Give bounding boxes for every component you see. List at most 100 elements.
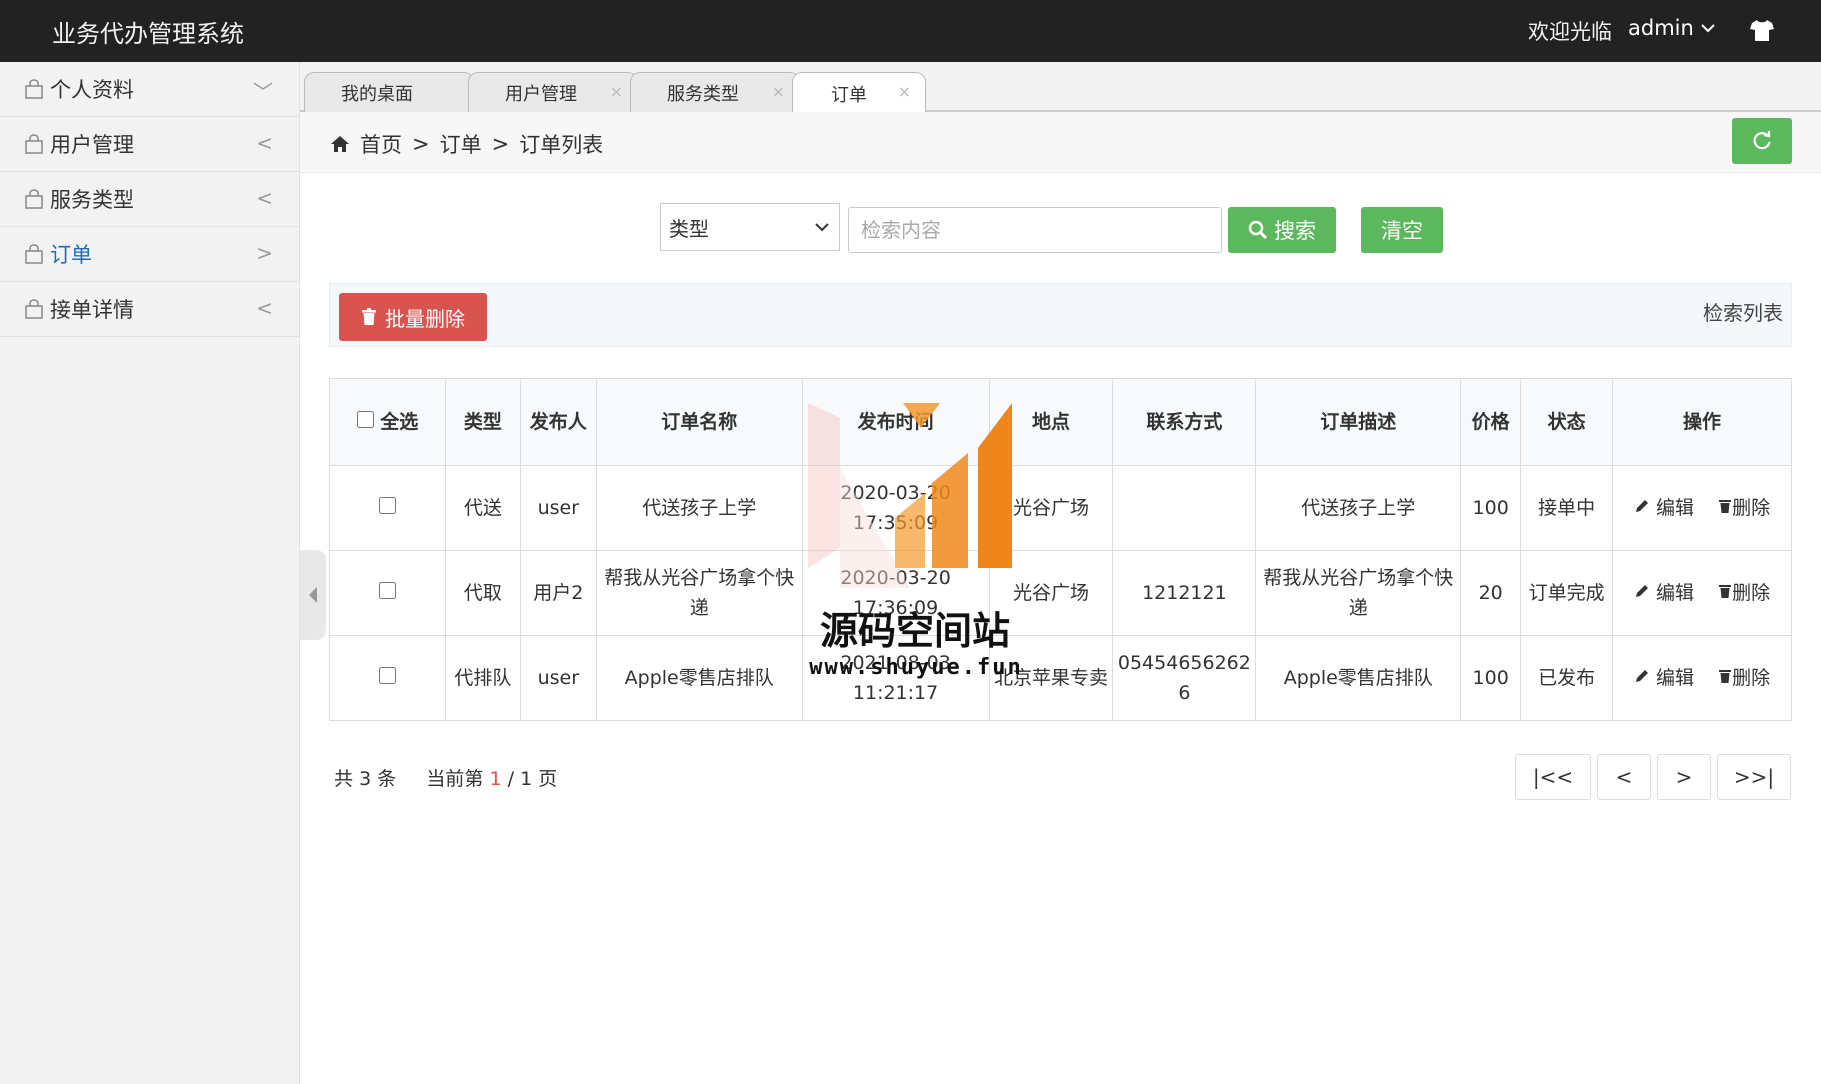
edit-label: 编辑: [1655, 667, 1694, 689]
batch-delete-button[interactable]: 批量删除: [339, 293, 487, 341]
pencil-icon: [1635, 500, 1648, 512]
cell-contact: [1112, 465, 1257, 551]
tab-service-types[interactable]: 服务类型 ×: [630, 72, 800, 112]
column-header: 订单描述: [1255, 378, 1462, 466]
watermark-url: www.shuyue.fun: [809, 655, 1023, 680]
chevron-down-icon: ﹀: [253, 80, 273, 104]
search-button-label: 搜索: [1274, 219, 1316, 243]
column-header: 类型: [444, 378, 521, 466]
cell-status: 已发布: [1520, 635, 1614, 721]
next-page-button[interactable]: >: [1657, 754, 1711, 800]
refresh-button[interactable]: [1732, 118, 1792, 164]
sidebar-item-order-details[interactable]: 接单详情 <: [0, 282, 299, 337]
pagination-summary: 共 3 条 当前第 1 / 1 页: [334, 764, 557, 791]
bag-icon: [25, 79, 43, 99]
chevron-right-icon: >: [256, 241, 273, 265]
theme-shirt-icon[interactable]: [1748, 16, 1776, 44]
delete-label: 删除: [1732, 667, 1771, 689]
breadcrumb-separator: >: [412, 132, 430, 156]
close-icon[interactable]: ×: [898, 82, 911, 101]
delete-link[interactable]: 删除: [1718, 582, 1770, 604]
cell-status: 订单完成: [1520, 550, 1614, 636]
select-all-checkbox[interactable]: [356, 411, 374, 428]
sidebar-item-label: 个人资料: [50, 78, 134, 102]
cell-contact: 054546562626: [1112, 635, 1257, 721]
prev-page-button[interactable]: <: [1597, 754, 1651, 800]
type-select[interactable]: 类型: [660, 203, 840, 251]
cell-price: 100: [1460, 465, 1522, 551]
tab-orders[interactable]: 订单 ×: [792, 72, 926, 114]
cell-publisher: user: [519, 635, 597, 721]
breadcrumb-bar: 首页 > 订单 > 订单列表: [300, 112, 1821, 173]
page-total: / 1 页: [507, 768, 558, 790]
sidebar-item-profile[interactable]: 个人资料 ﹀: [0, 62, 299, 117]
type-select-value: 类型: [669, 216, 709, 241]
total-prefix: 共: [334, 768, 354, 790]
column-header: 操作: [1612, 378, 1792, 466]
breadcrumb-orders[interactable]: 订单: [440, 129, 482, 159]
first-page-button[interactable]: |<<: [1515, 754, 1591, 800]
cell-actions: 编辑 删除: [1612, 550, 1792, 636]
cell-price: 100: [1460, 635, 1522, 721]
close-icon[interactable]: ×: [772, 82, 785, 101]
row-select-cell: [329, 550, 446, 636]
breadcrumb-home[interactable]: 首页: [360, 129, 402, 159]
edit-link[interactable]: 编辑: [1634, 497, 1694, 519]
row-select-cell: [329, 635, 446, 721]
edit-label: 编辑: [1655, 497, 1694, 519]
trash-icon: [1719, 585, 1732, 598]
delete-link[interactable]: 删除: [1718, 667, 1770, 689]
pencil-icon: [1635, 670, 1648, 682]
row-checkbox[interactable]: [378, 667, 396, 684]
row-select-cell: [329, 465, 446, 551]
cell-description: 代送孩子上学: [1255, 465, 1462, 551]
cell-publisher: 用户2: [519, 550, 597, 636]
cell-order-name: Apple零售店排队: [595, 635, 803, 721]
sidebar-item-label: 服务类型: [50, 188, 134, 212]
trash-icon: [362, 308, 376, 325]
edit-link[interactable]: 编辑: [1634, 667, 1694, 689]
current-prefix: 当前第: [426, 768, 484, 790]
column-header: 状态: [1520, 378, 1614, 466]
sidebar-item-orders[interactable]: 订单 >: [0, 227, 299, 282]
search-input[interactable]: [848, 207, 1222, 253]
sidebar-item-label: 接单详情: [50, 298, 134, 322]
tab-desktop[interactable]: 我的桌面: [304, 72, 474, 112]
search-button[interactable]: 搜索: [1228, 207, 1336, 253]
user-menu[interactable]: admin: [1628, 16, 1716, 40]
cell-location: 光谷广场: [988, 465, 1114, 551]
sidebar-item-service-types[interactable]: 服务类型 <: [0, 172, 299, 227]
column-header: 地点: [988, 378, 1114, 466]
column-header: 联系方式: [1112, 378, 1257, 466]
table-row: 代送 user 代送孩子上学 2020-03-20 17:35:09 光谷广场 …: [329, 465, 1792, 551]
edit-link[interactable]: 编辑: [1634, 582, 1694, 604]
bag-icon: [25, 299, 43, 319]
column-header: 发布时间: [801, 378, 990, 466]
close-icon[interactable]: ×: [610, 82, 623, 101]
chevron-left-icon: <: [256, 131, 273, 155]
cell-description: Apple零售店排队: [1255, 635, 1462, 721]
cell-publish-time: 2020-03-20 17:35:09: [801, 465, 990, 551]
sidebar-item-users[interactable]: 用户管理 <: [0, 117, 299, 172]
row-checkbox[interactable]: [378, 497, 396, 514]
row-checkbox[interactable]: [378, 582, 396, 599]
cell-actions: 编辑 删除: [1612, 465, 1792, 551]
username: admin: [1628, 16, 1694, 40]
cell-contact: 1212121: [1112, 550, 1257, 636]
last-page-button[interactable]: >>|: [1717, 754, 1791, 800]
home-icon: [331, 136, 349, 152]
tab-users[interactable]: 用户管理 ×: [468, 72, 638, 112]
refresh-icon: [1753, 131, 1771, 150]
delete-link[interactable]: 删除: [1718, 497, 1770, 519]
cell-type: 代送: [444, 465, 521, 551]
current-page: 1: [489, 768, 502, 790]
trash-icon: [1719, 670, 1732, 683]
list-toolbar: 批量删除 检索列表: [329, 283, 1792, 347]
sidebar-collapse-handle[interactable]: [300, 550, 326, 640]
clear-button[interactable]: 清空: [1361, 207, 1443, 253]
breadcrumb-current: 订单列表: [519, 133, 604, 157]
total-count: 3: [359, 768, 372, 790]
table-row: 代取 用户2 帮我从光谷广场拿个快递 2020-03-20 17:36:09 光…: [329, 550, 1792, 636]
sidebar-item-label: 订单: [50, 243, 92, 267]
orders-table: 全选 类型 发布人 订单名称 发布时间 地点 联系方式 订单描述 价格 状态 操…: [329, 378, 1792, 721]
